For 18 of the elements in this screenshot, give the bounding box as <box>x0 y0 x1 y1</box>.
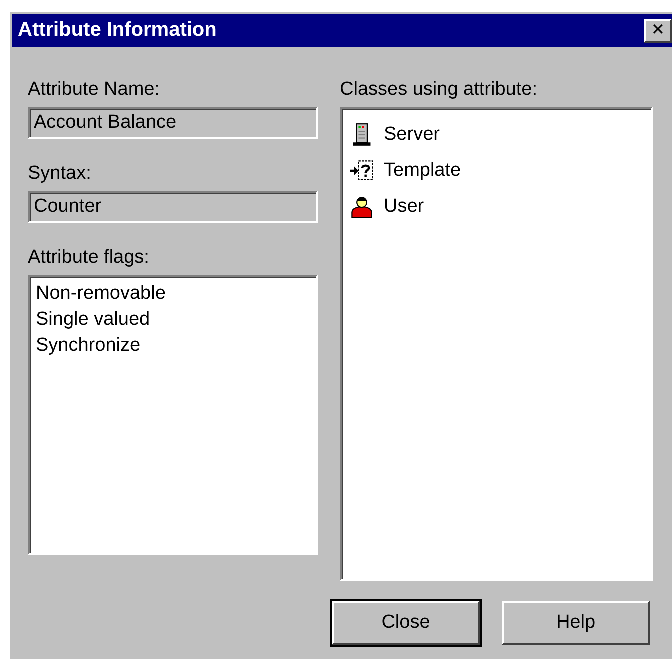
question-template-icon <box>350 159 374 183</box>
field-label: Attribute Name: <box>28 79 161 101</box>
dialog-button[interactable]: Close <box>332 601 480 645</box>
flag-item: Non-removable <box>36 282 167 306</box>
field-label: Attribute flags: <box>28 247 150 269</box>
flag-item: Single valued <box>36 308 152 332</box>
flag-item: Synchronize <box>36 334 142 358</box>
field-label: Classes using attribute: <box>340 79 538 101</box>
syntax-field[interactable]: Counter <box>28 191 318 223</box>
window-title: Attribute Information <box>18 19 217 42</box>
dialog-button[interactable]: Help <box>502 601 650 645</box>
field-label: Syntax: <box>28 163 92 185</box>
class-item[interactable]: User <box>384 196 424 218</box>
class-item[interactable]: Template <box>384 160 462 182</box>
class-item[interactable]: Server <box>384 124 440 146</box>
attribute-name-field[interactable]: Account Balance <box>28 107 318 139</box>
user-icon <box>350 195 374 219</box>
close-button[interactable]: ✕ <box>644 18 672 42</box>
